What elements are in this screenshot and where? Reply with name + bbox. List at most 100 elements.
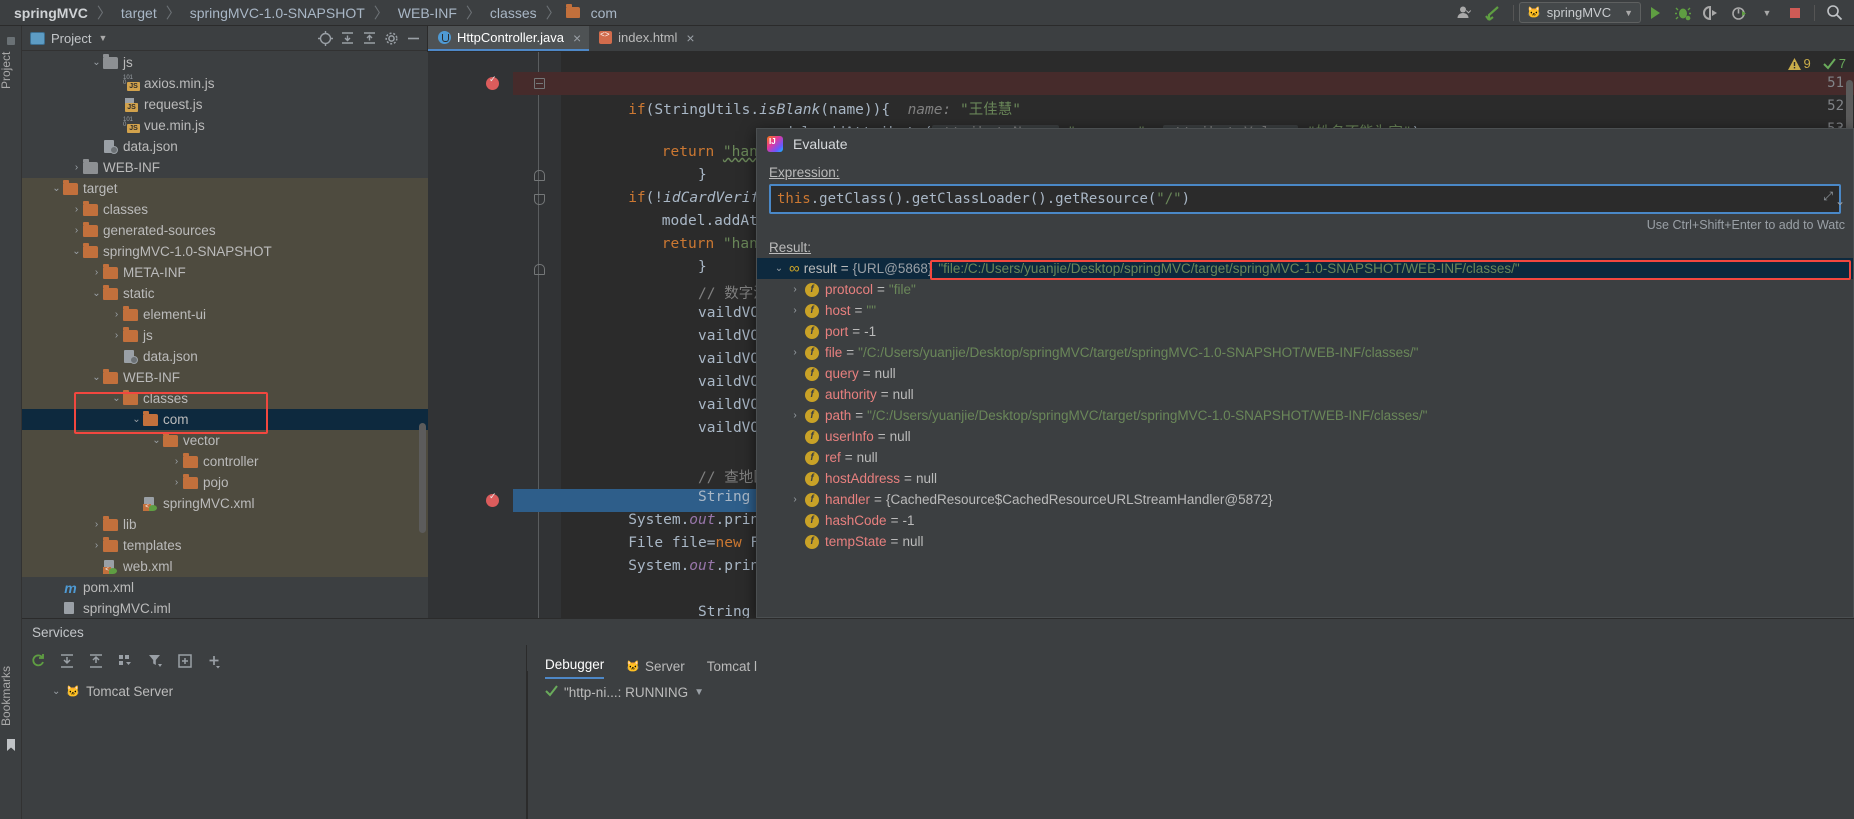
chevron-down-icon[interactable]: ⌄ bbox=[110, 393, 123, 404]
result-root-row[interactable]: ⌄ ∞ result = {URL@5868} "file:/C:/Users/… bbox=[757, 258, 1853, 279]
chevron-down-icon[interactable]: ⌄ bbox=[769, 263, 789, 274]
hide-panel-icon[interactable] bbox=[403, 28, 423, 48]
git-update-icon[interactable] bbox=[1480, 1, 1508, 25]
result-field-row[interactable]: › f path = "/C:/Users/yuanjie/Desktop/spring… bbox=[757, 405, 1853, 426]
chevron-right-icon[interactable]: › bbox=[90, 519, 103, 530]
breadcrumb-item-1[interactable]: target bbox=[117, 5, 161, 21]
tab-http-controller[interactable]: HttpController.java × bbox=[428, 26, 590, 51]
tree-node-springmvc-iml[interactable]: · springMVC.iml bbox=[22, 598, 428, 618]
tree-node-classes[interactable]: › classes bbox=[22, 199, 428, 220]
chevron-right-icon[interactable]: › bbox=[785, 284, 805, 295]
chevron-down-icon[interactable]: ▼ bbox=[694, 687, 704, 698]
breakpoint-icon[interactable] bbox=[486, 491, 499, 507]
add-tab-icon[interactable] bbox=[177, 653, 193, 672]
result-field-row[interactable]: f userInfo = null bbox=[757, 426, 1853, 447]
gear-icon[interactable] bbox=[381, 28, 401, 48]
group-icon[interactable] bbox=[117, 653, 134, 672]
chevron-down-icon[interactable]: ⌄ bbox=[150, 435, 163, 446]
tree-node-lib[interactable]: › lib bbox=[22, 514, 428, 535]
chevron-down-icon[interactable]: ⌄ bbox=[130, 414, 143, 425]
expand-all-icon[interactable] bbox=[59, 653, 75, 672]
chevron-down-icon[interactable]: ⌄ bbox=[90, 57, 103, 68]
collapse-all-icon[interactable] bbox=[88, 653, 104, 672]
rerun-icon[interactable] bbox=[30, 653, 46, 672]
tree-node-web-inf[interactable]: ⌄ WEB-INF bbox=[22, 367, 428, 388]
tree-node-pojo[interactable]: › pojo bbox=[22, 472, 428, 493]
chevron-right-icon[interactable]: › bbox=[785, 347, 805, 358]
people-icon[interactable] bbox=[1452, 1, 1480, 25]
tree-node-axios-min-js[interactable]: ·1010JS axios.min.js bbox=[22, 73, 428, 94]
chevron-right-icon[interactable]: › bbox=[110, 330, 123, 341]
tree-node-classes[interactable]: ⌄ classes bbox=[22, 388, 428, 409]
code-line[interactable]: } bbox=[628, 259, 707, 275]
result-field-row[interactable]: f query = null bbox=[757, 363, 1853, 384]
breadcrumb-item-4[interactable]: classes bbox=[486, 5, 541, 21]
chevron-right-icon[interactable]: › bbox=[70, 162, 83, 173]
run-configuration-selector[interactable]: 🐱 springMVC ▼ bbox=[1519, 2, 1641, 23]
tree-node-controller[interactable]: › controller bbox=[22, 451, 428, 472]
tree-node-web-xml[interactable]: ·< web.xml bbox=[22, 556, 428, 577]
filter-icon[interactable] bbox=[147, 653, 164, 672]
result-field-row[interactable]: f hashCode = -1 bbox=[757, 510, 1853, 531]
chevron-down-icon[interactable]: ⌄ bbox=[70, 246, 83, 257]
tree-node-meta-inf[interactable]: › META-INF bbox=[22, 262, 428, 283]
tree-node-static[interactable]: ⌄ static bbox=[22, 283, 428, 304]
chevron-right-icon[interactable]: › bbox=[110, 309, 123, 320]
tab-debugger[interactable]: Debugger bbox=[545, 657, 605, 679]
expression-input[interactable]: this .getClass().getClassLoader().getReso… bbox=[769, 184, 1841, 214]
fold-marker-icon[interactable] bbox=[534, 78, 545, 89]
run-button[interactable] bbox=[1641, 1, 1669, 25]
tree-node-templates[interactable]: › templates bbox=[22, 535, 428, 556]
tree-node-target[interactable]: ⌄ target bbox=[22, 178, 428, 199]
result-field-row[interactable]: › f protocol = "file" bbox=[757, 279, 1853, 300]
chevron-right-icon[interactable]: › bbox=[785, 494, 805, 505]
tree-node-request-js[interactable]: ·JS request.js bbox=[22, 94, 428, 115]
search-icon[interactable] bbox=[1820, 1, 1848, 25]
breakpoint-icon[interactable] bbox=[486, 74, 499, 90]
result-field-row[interactable]: f tempState = null bbox=[757, 531, 1853, 552]
fold-marker-icon[interactable] bbox=[534, 264, 545, 275]
collapse-all-icon[interactable] bbox=[359, 28, 379, 48]
close-icon[interactable]: × bbox=[686, 30, 694, 46]
chevron-down-icon[interactable]: ▼ bbox=[1753, 1, 1781, 25]
debug-button[interactable] bbox=[1669, 1, 1697, 25]
inspection-widget[interactable]: 9 7 bbox=[1787, 56, 1846, 71]
chevron-down-icon[interactable]: ⌄ bbox=[52, 686, 60, 697]
breadcrumb-item-3[interactable]: WEB-INF bbox=[394, 5, 461, 21]
project-tree-scrollbar[interactable] bbox=[419, 423, 426, 533]
result-field-row[interactable]: › f handler = {CachedResource$CachedResource… bbox=[757, 489, 1853, 510]
tree-node-springmvc-xml[interactable]: ·< springMVC.xml bbox=[22, 493, 428, 514]
code-line[interactable]: } bbox=[628, 167, 707, 183]
history-chevron-icon[interactable]: ⌄ bbox=[1835, 194, 1845, 208]
code-line[interactable]: if(StringUtils.isBlank(name)){ name: "王佳… bbox=[628, 98, 1021, 119]
tree-node-js[interactable]: › js bbox=[22, 325, 428, 346]
tree-node-element-ui[interactable]: › element-ui bbox=[22, 304, 428, 325]
code-folding-gutter[interactable] bbox=[513, 52, 561, 618]
close-icon[interactable]: × bbox=[573, 30, 581, 46]
chevron-down-icon[interactable]: ▼ bbox=[98, 33, 107, 43]
locate-icon[interactable] bbox=[315, 28, 335, 48]
tree-node-com[interactable]: ⌄ com bbox=[22, 409, 428, 430]
chevron-down-icon[interactable]: ⌄ bbox=[50, 183, 63, 194]
tree-node-springmvc-1-0-snapshot[interactable]: ⌄ springMVC-1.0-SNAPSHOT bbox=[22, 241, 428, 262]
result-field-row[interactable]: f authority = null bbox=[757, 384, 1853, 405]
stop-button[interactable] bbox=[1781, 1, 1809, 25]
tab-tomcat-log[interactable]: Tomcat l bbox=[707, 659, 757, 679]
tree-node-data-json[interactable]: · data.json bbox=[22, 346, 428, 367]
project-tree[interactable]: ⌄js·1010JSaxios.min.js·JSrequest.js·1010… bbox=[22, 52, 428, 618]
result-field-row[interactable]: › f host = "" bbox=[757, 300, 1853, 321]
tree-node-vector[interactable]: ⌄ vector bbox=[22, 430, 428, 451]
tab-index-html[interactable]: index.html × bbox=[589, 26, 702, 51]
chevron-down-icon[interactable]: ⌄ bbox=[90, 372, 103, 383]
sidebar-item-project[interactable]: Project bbox=[0, 40, 21, 100]
chevron-right-icon[interactable]: › bbox=[90, 540, 103, 551]
sidebar-item-bookmarks[interactable]: Bookmarks bbox=[0, 654, 21, 738]
run-with-coverage-button[interactable] bbox=[1697, 1, 1725, 25]
breadcrumb-item-2[interactable]: springMVC-1.0-SNAPSHOT bbox=[186, 5, 369, 21]
result-tree[interactable]: ⌄ ∞ result = {URL@5868} "file:/C:/Users/… bbox=[757, 258, 1853, 552]
chevron-right-icon[interactable]: › bbox=[70, 204, 83, 215]
tree-node-web-inf[interactable]: › WEB-INF bbox=[22, 157, 428, 178]
fold-marker-icon[interactable] bbox=[534, 194, 545, 205]
profiler-button[interactable] bbox=[1725, 1, 1753, 25]
fold-marker-icon[interactable] bbox=[534, 170, 545, 181]
